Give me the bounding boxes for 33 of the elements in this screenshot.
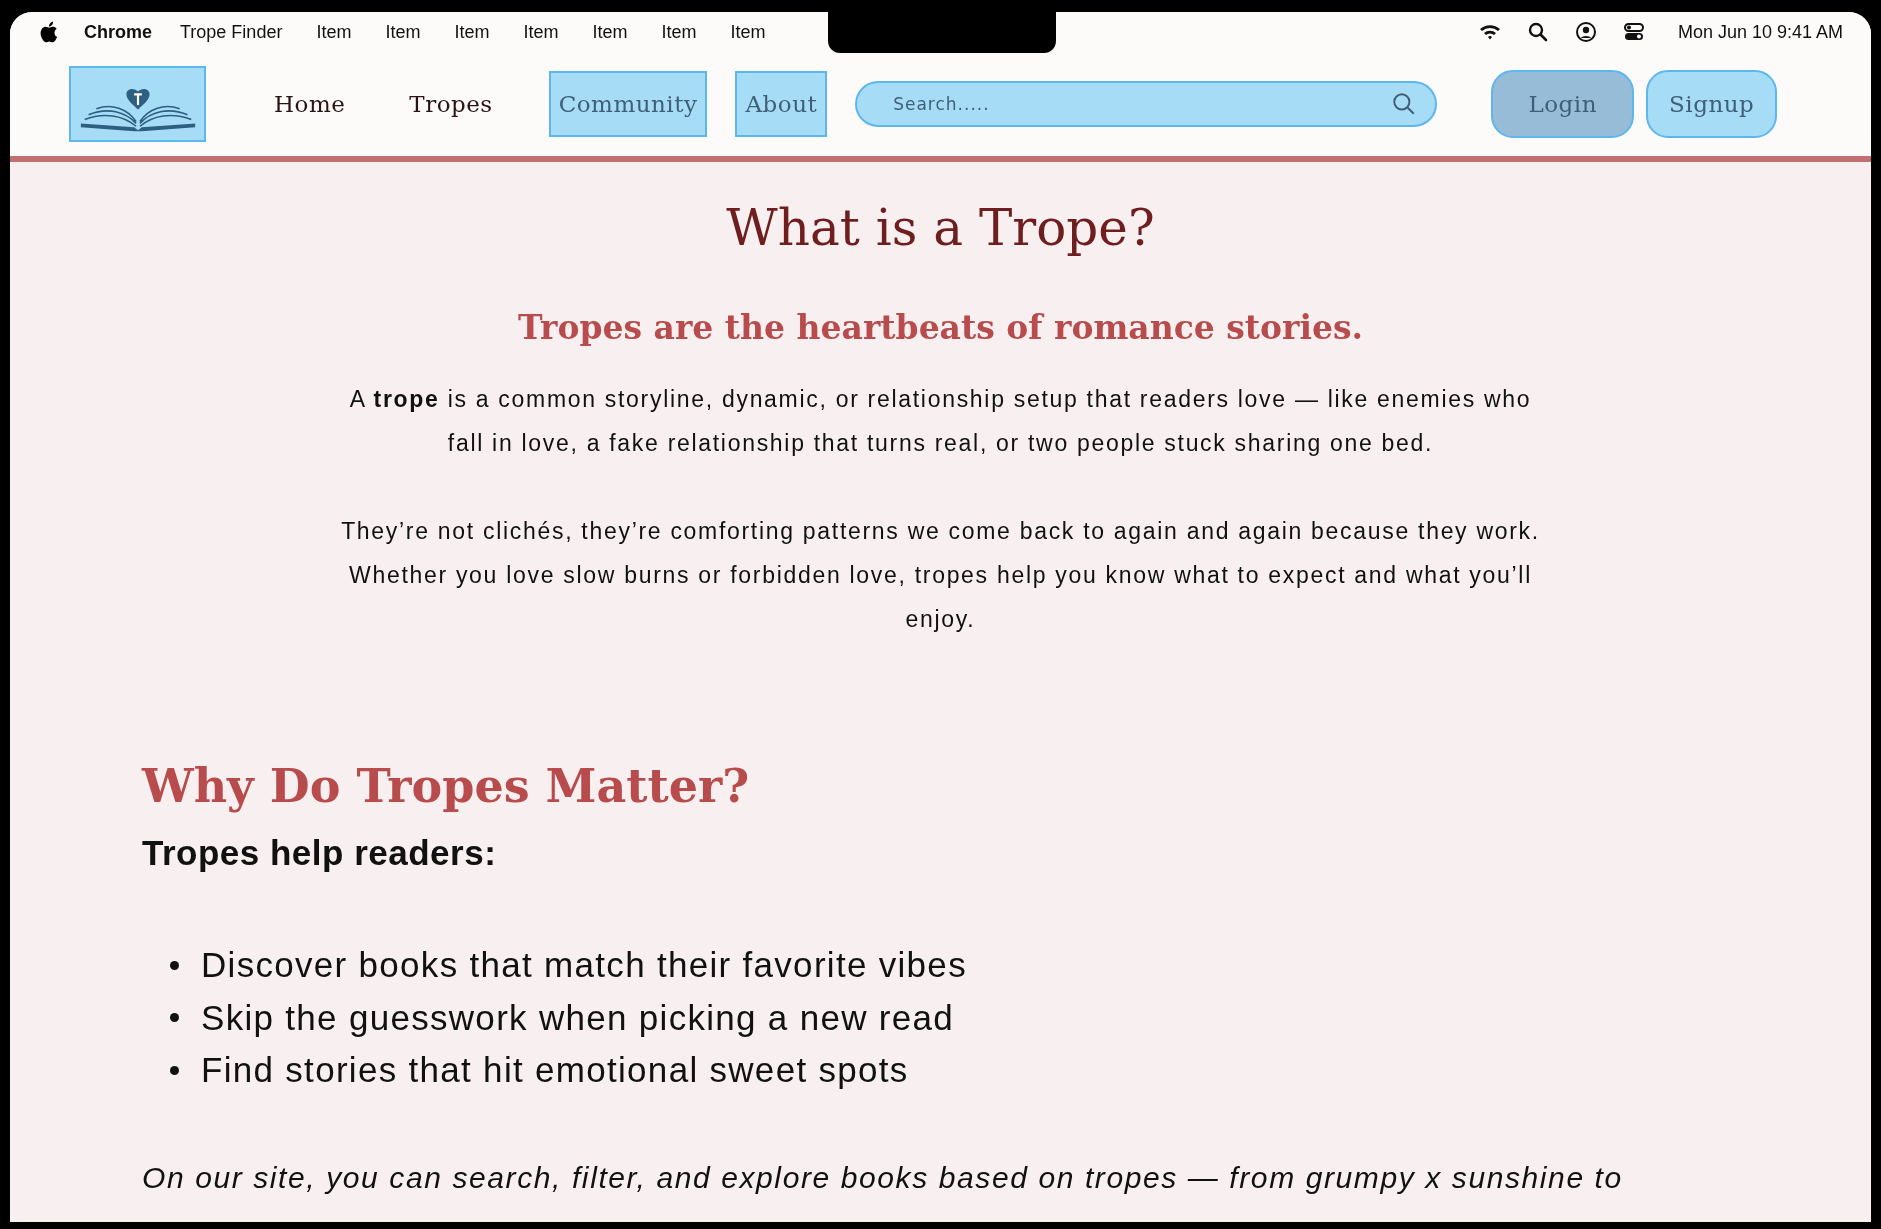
- bullet-icon: [170, 960, 179, 970]
- user-icon[interactable]: [1573, 20, 1598, 44]
- menu-item[interactable]: Item: [730, 21, 766, 43]
- app-menu[interactable]: Chrome: [84, 21, 152, 43]
- bullet-text: Find stories that hit emotional sweet spots: [201, 1050, 909, 1091]
- menu-item[interactable]: Trope Finder: [180, 21, 283, 43]
- bullet-text: Discover books that match their favorite vibes: [201, 945, 967, 986]
- menu-item[interactable]: Item: [523, 21, 559, 43]
- nav-link[interactable]: Community: [548, 71, 708, 137]
- nav-link[interactable]: Home: [266, 73, 354, 135]
- bullet-icon: [170, 1065, 179, 1075]
- page-title: What is a Trope?: [725, 198, 1156, 259]
- menu-clock: Mon Jun 10 9:41 AM: [1677, 21, 1843, 43]
- bullet-icon: [170, 1013, 179, 1023]
- signup-button[interactable]: Signup: [1646, 70, 1778, 138]
- closing-paragraph: On our site, you can search, filter, and explore books based on tropes — from grumpy x sunshine to: [142, 1159, 1624, 1196]
- menu-item[interactable]: Item: [592, 21, 628, 43]
- section-lead: Tropes help readers:: [142, 833, 498, 873]
- search-bar[interactable]: Search.....: [855, 81, 1438, 127]
- search-field[interactable]: Search.....: [891, 93, 1392, 115]
- menu-item[interactable]: Item: [454, 21, 490, 43]
- nav-link[interactable]: Tropes: [401, 73, 501, 135]
- intro-paragraph: A trope is a common storyline, dynamic, or relationship setup that readers love — like enemies who fall in love, a fake relationship that turns real, or two people stuck sharing one bed.: [348, 385, 1533, 458]
- menu-item[interactable]: Item: [385, 21, 421, 43]
- page-subtitle: Tropes are the heartbeats of romance stories.: [516, 308, 1365, 347]
- apple-icon[interactable]: [38, 20, 58, 44]
- menu-item[interactable]: Item: [316, 21, 352, 43]
- bullet-text: Skip the guesswork when picking a new read: [201, 997, 955, 1038]
- menu-item[interactable]: Item: [661, 21, 697, 43]
- nav-link[interactable]: About: [735, 71, 828, 137]
- intro-paragraph: They’re not clichés, they’re comforting patterns we come back to again and again because they work. Whether you love slow burns or forbidden love, tropes help you know what to expect and what you’ll enjoy.: [340, 517, 1541, 634]
- site-logo[interactable]: [69, 66, 206, 142]
- section-heading: Why Do Tropes Matter?: [142, 759, 751, 813]
